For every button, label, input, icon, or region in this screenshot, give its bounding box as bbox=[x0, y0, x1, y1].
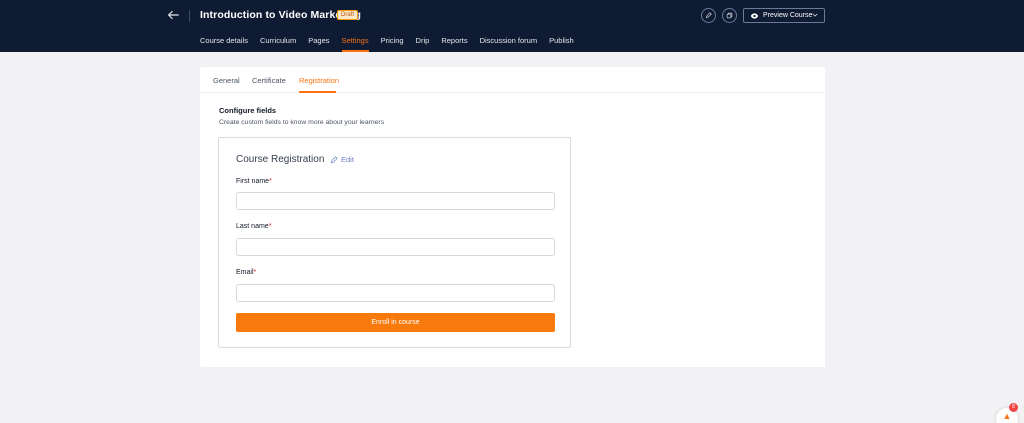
top-header: Introduction to Video Marketing Draft Pr… bbox=[0, 0, 1024, 52]
header-divider bbox=[189, 10, 190, 22]
megaphone-icon: ▲ bbox=[1002, 411, 1012, 421]
nav-reports[interactable]: Reports bbox=[441, 36, 467, 52]
preview-course-label: Preview Course bbox=[763, 12, 813, 19]
edit-label: Edit bbox=[341, 155, 354, 164]
edit-course-button[interactable] bbox=[701, 8, 716, 23]
section-subtitle: Create custom fields to know more about … bbox=[219, 119, 385, 126]
copy-course-button[interactable] bbox=[722, 8, 737, 23]
section-title: Configure fields bbox=[219, 106, 277, 115]
tab-certificate[interactable]: Certificate bbox=[252, 76, 286, 85]
nav-pricing[interactable]: Pricing bbox=[381, 36, 404, 52]
pencil-icon bbox=[705, 12, 712, 19]
form-title: Course Registration bbox=[236, 154, 325, 165]
tab-registration[interactable]: Registration bbox=[299, 76, 339, 85]
first-name-input[interactable] bbox=[236, 192, 555, 210]
notification-count-badge: 8 bbox=[1009, 403, 1018, 412]
last-name-input[interactable] bbox=[236, 238, 555, 256]
enroll-button[interactable]: Enroll in course bbox=[236, 313, 555, 332]
course-nav: Course details Curriculum Pages Settings… bbox=[200, 36, 586, 52]
registration-form-preview: Course Registration Edit First name* Las… bbox=[218, 137, 571, 348]
nav-course-details[interactable]: Course details bbox=[200, 36, 248, 52]
first-name-label: First name* bbox=[236, 178, 272, 185]
email-input[interactable] bbox=[236, 284, 555, 302]
settings-tabs: General Certificate Registration bbox=[200, 67, 825, 93]
nav-curriculum[interactable]: Curriculum bbox=[260, 36, 296, 52]
nav-settings[interactable]: Settings bbox=[341, 36, 369, 52]
status-badge: Draft bbox=[337, 10, 359, 20]
nav-drip[interactable]: Drip bbox=[416, 36, 430, 52]
email-label: Email* bbox=[236, 269, 257, 276]
nav-discussion-forum[interactable]: Discussion forum bbox=[480, 36, 538, 52]
settings-card: General Certificate Registration Configu… bbox=[200, 67, 825, 367]
preview-course-button[interactable]: Preview Course bbox=[743, 8, 825, 23]
edit-form-button[interactable]: Edit bbox=[330, 155, 354, 164]
back-arrow-icon[interactable] bbox=[166, 6, 182, 24]
nav-pages[interactable]: Pages bbox=[308, 36, 329, 52]
active-tab-indicator bbox=[299, 91, 336, 93]
chevron-down-icon[interactable] bbox=[812, 12, 818, 18]
nav-publish[interactable]: Publish bbox=[549, 36, 574, 52]
copy-icon bbox=[726, 12, 733, 19]
last-name-label: Last name* bbox=[236, 223, 272, 230]
pencil-icon bbox=[330, 155, 338, 163]
tab-general[interactable]: General bbox=[213, 76, 240, 85]
eye-icon bbox=[750, 12, 759, 19]
